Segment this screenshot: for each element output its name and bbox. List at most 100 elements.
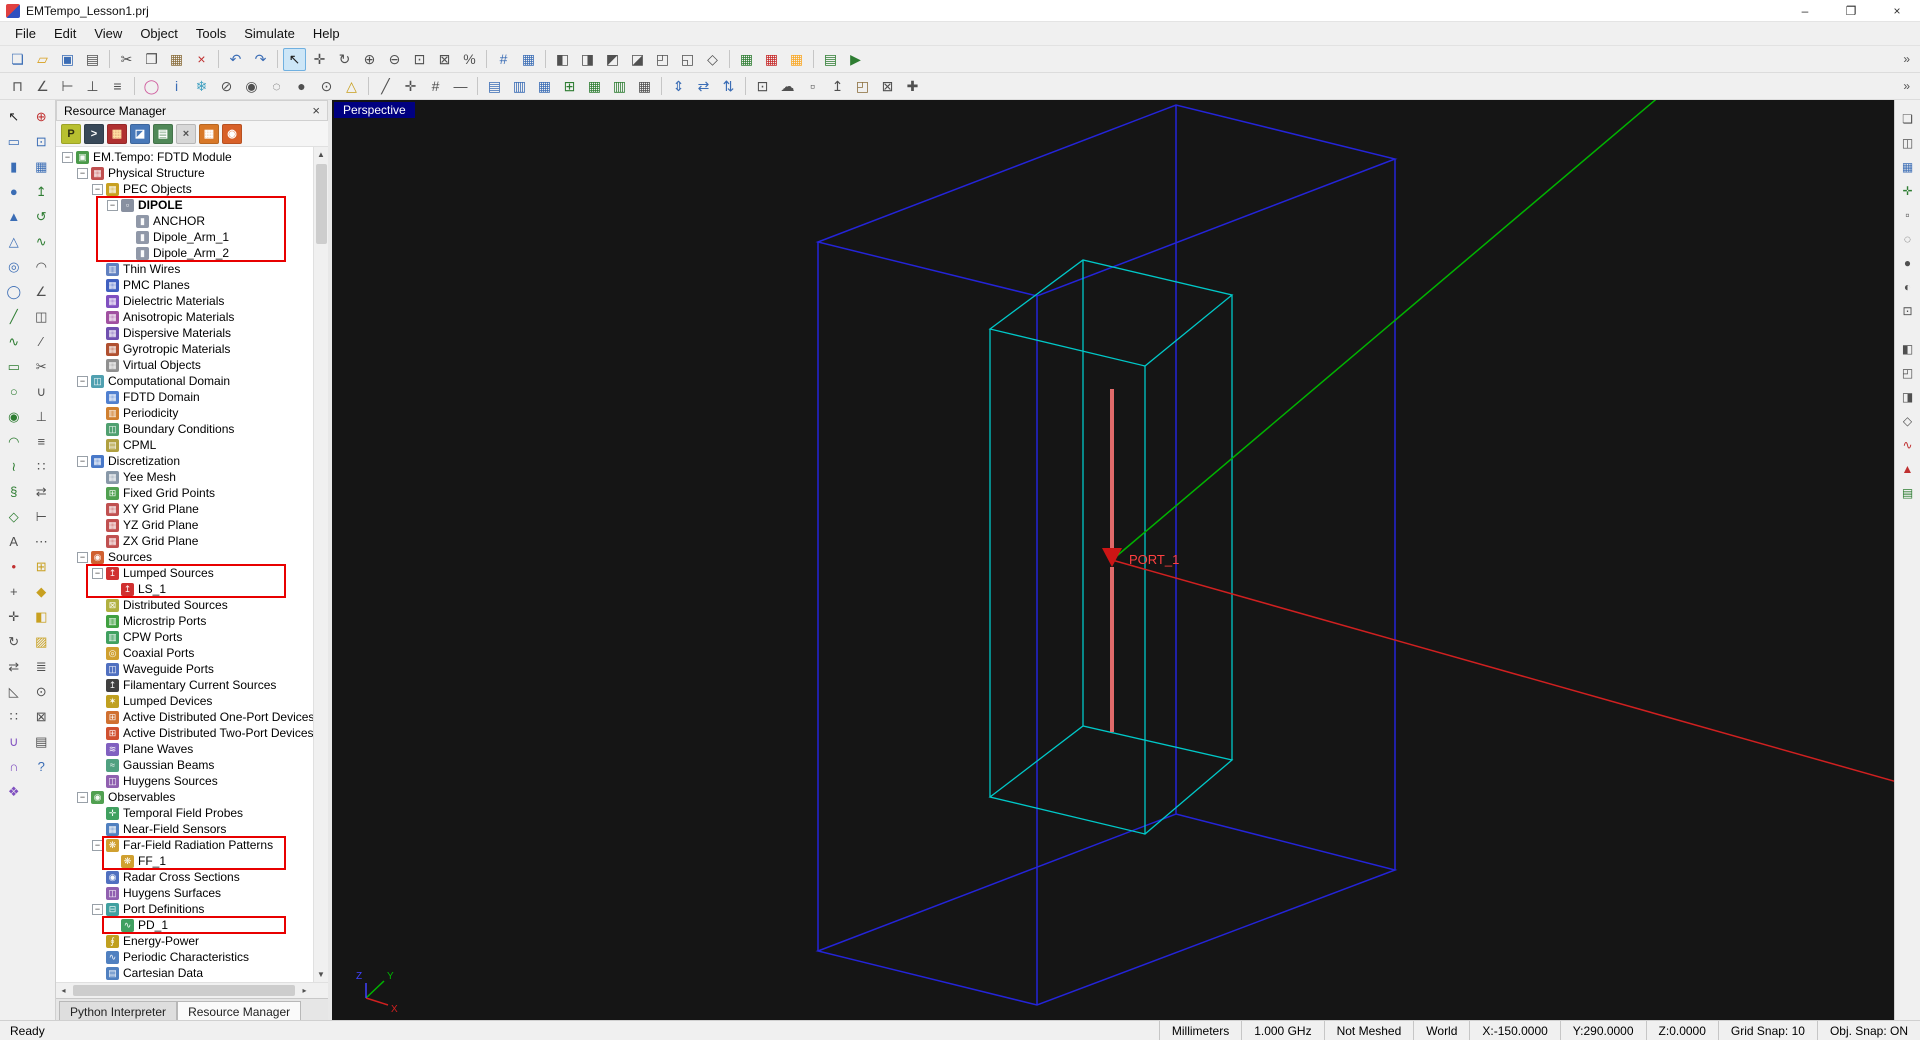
new-project-button[interactable]: ❏: [6, 48, 29, 71]
split-tool-button[interactable]: ∕: [29, 329, 53, 353]
mesh-module-icon[interactable]: ▦: [199, 123, 219, 144]
mesh-settings-button[interactable]: ▦: [760, 48, 783, 71]
zoom-extents-button[interactable]: ⊠: [433, 48, 456, 71]
extrude-tool-button[interactable]: ↥: [29, 179, 53, 203]
data-table-module-icon[interactable]: ▤: [153, 123, 173, 144]
save-project-button[interactable]: ▣: [56, 48, 79, 71]
measure-tool-button[interactable]: +: [2, 579, 26, 603]
tree-expander-icon[interactable]: −: [107, 199, 118, 211]
tree-item-gyrotropic-materials[interactable]: ▦ Gyrotropic Materials: [56, 341, 316, 357]
undo-button[interactable]: ↶: [224, 48, 247, 71]
mesh-show-button[interactable]: ▦: [735, 48, 758, 71]
vertical-scrollbar-thumb[interactable]: [315, 164, 327, 244]
tree-item-xy-grid-plane[interactable]: ▦ XY Grid Plane: [56, 501, 316, 517]
tree-item-dielectric-materials[interactable]: ▦ Dielectric Materials: [56, 293, 316, 309]
align-tool-button[interactable]: ⊢: [29, 504, 53, 528]
tree-item-physical-structure[interactable]: − ▦ Physical Structure: [56, 165, 316, 181]
tree-item-active-distributed-two-port-devices[interactable]: ⊞ Active Distributed Two-Port Devices: [56, 725, 316, 741]
tree-item-lumped-devices[interactable]: ✶ Lumped Devices: [56, 693, 316, 709]
table-add-button[interactable]: ⊞: [558, 75, 581, 98]
delete-button[interactable]: ×: [190, 48, 213, 71]
tree-item-pmc-planes[interactable]: ▦ PMC Planes: [56, 277, 316, 293]
table-view-1-button[interactable]: ▤: [483, 75, 506, 98]
measure-angle-button[interactable]: ∠: [31, 75, 54, 98]
table-view-2-button[interactable]: ▥: [508, 75, 531, 98]
tree-item-pd-1[interactable]: ∿ PD_1: [56, 917, 316, 933]
tree-item-far-field-radiation-patterns[interactable]: − ❋ Far-Field Radiation Patterns: [56, 837, 316, 853]
fillet-tool-button[interactable]: ◠: [29, 254, 53, 278]
python-module-icon[interactable]: P: [61, 123, 81, 144]
toolbar-overflow-button[interactable]: »: [1898, 52, 1915, 66]
freeze-object-button[interactable]: ❄: [190, 75, 213, 98]
draw-line-button[interactable]: ╱: [2, 304, 26, 328]
tree-expander-icon[interactable]: −: [92, 567, 103, 579]
insert-point-button[interactable]: •: [2, 554, 26, 578]
sweep-tool-button[interactable]: ∿: [29, 229, 53, 253]
draw-cone-button[interactable]: ▲: [2, 204, 26, 228]
simulation-data-button[interactable]: ▤: [819, 48, 842, 71]
tree-item-computational-domain[interactable]: − ◫ Computational Domain: [56, 373, 316, 389]
draw-pyramid-button[interactable]: △: [2, 229, 26, 253]
join-tool-button[interactable]: ∪: [29, 379, 53, 403]
mesh-generate-button[interactable]: ▦: [785, 48, 808, 71]
view-bottom-button[interactable]: ◱: [676, 48, 699, 71]
tree-item-em-tempo-fdtd-module[interactable]: − ▣ EM.Tempo: FDTD Module: [56, 149, 316, 165]
horizontal-scrollbar-thumb[interactable]: [73, 985, 295, 996]
split-window-button[interactable]: ◫: [1897, 132, 1919, 154]
snapshot-button[interactable]: ⊡: [751, 75, 774, 98]
tree-item-virtual-objects[interactable]: ▦ Virtual Objects: [56, 357, 316, 373]
tree-item-near-field-sensors[interactable]: ▦ Near-Field Sensors: [56, 821, 316, 837]
tree-expander-icon[interactable]: −: [77, 167, 88, 179]
menu-edit[interactable]: Edit: [45, 23, 85, 44]
info-button[interactable]: i: [165, 75, 188, 98]
draw-torus-button[interactable]: ◎: [2, 254, 26, 278]
tree-item-pec-objects[interactable]: − ▦ PEC Objects: [56, 181, 316, 197]
tree-item-dipole-arm-2[interactable]: ▮ Dipole_Arm_2: [56, 245, 316, 261]
tree-item-lumped-sources[interactable]: − ↥ Lumped Sources: [56, 565, 316, 581]
tree-item-ls-1[interactable]: ↥ LS_1: [56, 581, 316, 597]
revolve-tool-button[interactable]: ↺: [29, 204, 53, 228]
show-grid-button[interactable]: ▦: [1897, 156, 1919, 178]
tree-item-ff-1[interactable]: ❋ FF_1: [56, 853, 316, 869]
draw-sphere-button[interactable]: ●: [2, 179, 26, 203]
tree-item-energy-power[interactable]: ∮ Energy-Power: [56, 933, 316, 949]
image-view-module-icon[interactable]: ◪: [130, 123, 150, 144]
tree-item-active-distributed-one-port-devices[interactable]: ⊞ Active Distributed One-Port Devices: [56, 709, 316, 725]
pattern-tool-button[interactable]: ∷: [29, 454, 53, 478]
toolbar-overflow-button[interactable]: »: [1898, 79, 1915, 93]
view-isometric-button[interactable]: ◇: [701, 48, 724, 71]
lock-toggle-button[interactable]: ⊠: [876, 75, 899, 98]
scene-canvas[interactable]: PORT_1 Y X Z: [332, 100, 1894, 1020]
scroll-up-icon[interactable]: ▲: [314, 147, 329, 162]
transform-tool-button[interactable]: ⇄: [29, 479, 53, 503]
view-back-button[interactable]: ◨: [576, 48, 599, 71]
grid-view-1-button[interactable]: ▦: [583, 75, 606, 98]
select-arrow-button[interactable]: ↖: [283, 47, 306, 71]
offset-tool-button[interactable]: ≡: [29, 429, 53, 453]
tree-item-filamentary-current-sources[interactable]: ↥ Filamentary Current Sources: [56, 677, 316, 693]
terminal-module-icon[interactable]: >: [84, 123, 104, 144]
dash-style-button[interactable]: —: [449, 75, 472, 98]
tree-expander-icon[interactable]: −: [92, 903, 103, 915]
redo-button[interactable]: ↷: [249, 48, 272, 71]
draw-cylinder-button[interactable]: ▮: [2, 154, 26, 178]
render-view-button[interactable]: ◐: [1897, 276, 1919, 298]
surface-tool-button[interactable]: ▦: [29, 154, 53, 178]
tree-item-huygens-surfaces[interactable]: ◫ Huygens Surfaces: [56, 885, 316, 901]
zoom-out-button[interactable]: ⊖: [383, 48, 406, 71]
boolean-intersect-button[interactable]: ∩: [2, 754, 26, 778]
tree-expander-icon[interactable]: −: [92, 839, 103, 851]
zoom-percent-button[interactable]: %: [458, 48, 481, 71]
menu-file[interactable]: File: [6, 23, 45, 44]
trim-tool-button[interactable]: ✂: [29, 354, 53, 378]
tree-item-dipole-arm-1[interactable]: ▮ Dipole_Arm_1: [56, 229, 316, 245]
view-front-button[interactable]: ◧: [551, 48, 574, 71]
iso-view-button[interactable]: ◇: [1897, 410, 1919, 432]
shaded-display-button[interactable]: ●: [290, 75, 313, 98]
visibility-button[interactable]: ⊙: [315, 75, 338, 98]
grid-settings-button[interactable]: ▦: [517, 48, 540, 71]
menu-simulate[interactable]: Simulate: [235, 23, 304, 44]
viewport-3d[interactable]: Perspective PORT_1 Y X Z: [332, 100, 1894, 1020]
move-tool-button[interactable]: ✛: [2, 604, 26, 628]
measure-distance-button[interactable]: ⊓: [6, 75, 29, 98]
